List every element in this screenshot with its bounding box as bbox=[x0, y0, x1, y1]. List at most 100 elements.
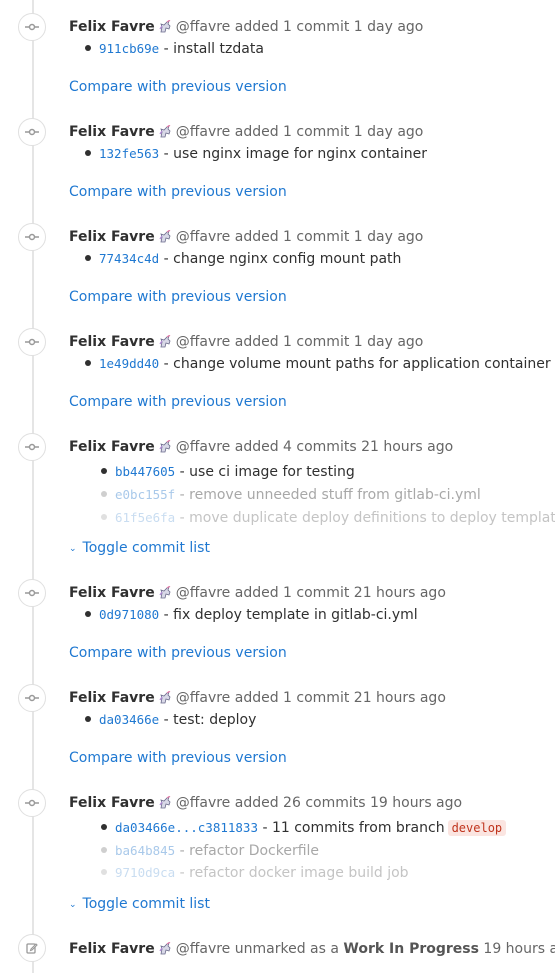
bullet bbox=[101, 824, 107, 830]
note-time[interactable]: 1 day ago bbox=[354, 334, 424, 350]
compare-link[interactable]: Compare with previous version bbox=[69, 749, 287, 767]
commit-icon bbox=[18, 223, 46, 251]
author-name[interactable]: Felix Favre bbox=[69, 19, 155, 35]
commit-item: 132fe563 - use nginx image for nginx con… bbox=[85, 145, 427, 163]
commit-item: e0bc155f - remove unneeded stuff from gi… bbox=[101, 486, 481, 504]
author-name[interactable]: Felix Favre bbox=[69, 124, 155, 140]
unicorn-icon bbox=[158, 124, 172, 144]
author-handle[interactable]: @ffavre bbox=[176, 690, 231, 706]
author-handle[interactable]: @ffavre bbox=[176, 334, 231, 350]
commit-sha-link[interactable]: 9710d9ca bbox=[115, 865, 175, 880]
commit-message: change nginx config mount path bbox=[173, 251, 402, 267]
chevron-down-icon: ⌄ bbox=[69, 900, 77, 910]
bullet bbox=[85, 360, 91, 366]
note-action: added 1 commit bbox=[234, 124, 350, 140]
unicorn-icon bbox=[158, 795, 172, 815]
note-time[interactable]: 19 hours ago bbox=[370, 795, 462, 811]
author-name[interactable]: Felix Favre bbox=[69, 941, 155, 957]
commit-message: test: deploy bbox=[173, 712, 257, 728]
unicorn-icon bbox=[158, 941, 172, 961]
note-header: Felix Favre @ffavre added 4 commits 21 ho… bbox=[69, 438, 453, 459]
commit-message: fix deploy template in gitlab-ci.yml bbox=[173, 607, 418, 623]
commit-separator: - bbox=[159, 712, 174, 728]
compare-link[interactable]: Compare with previous version bbox=[69, 288, 287, 306]
note-action: added 1 commit bbox=[234, 334, 350, 350]
commit-sha-link[interactable]: 911cb69e bbox=[99, 41, 159, 56]
note-action: added 1 commit bbox=[234, 19, 350, 35]
bullet bbox=[85, 716, 91, 722]
author-name[interactable]: Felix Favre bbox=[69, 334, 155, 350]
note-header: Felix Favre @ffavre unmarked as a Work In… bbox=[69, 940, 555, 961]
toggle-commit-list-button[interactable]: ⌄ Toggle commit list bbox=[69, 895, 210, 914]
note-header: Felix Favre @ffavre added 26 commits 19 h… bbox=[69, 794, 462, 815]
commit-sha-link[interactable]: 77434c4d bbox=[99, 251, 159, 266]
commit-separator: - bbox=[159, 607, 174, 623]
author-handle[interactable]: @ffavre bbox=[176, 439, 231, 455]
toggle-commit-list-button[interactable]: ⌄ Toggle commit list bbox=[69, 539, 210, 558]
commit-message: refactor docker image build job bbox=[189, 865, 409, 881]
commit-item: ba64b845 - refactor Dockerfile bbox=[101, 842, 319, 860]
commit-message: install tzdata bbox=[173, 41, 264, 57]
note-time[interactable]: 1 day ago bbox=[354, 229, 424, 245]
unicorn-icon bbox=[158, 439, 172, 459]
author-handle[interactable]: @ffavre bbox=[176, 941, 231, 957]
commit-message: use ci image for testing bbox=[189, 464, 355, 480]
commit-sha-link[interactable]: e0bc155f bbox=[115, 487, 175, 502]
commit-message: use nginx image for nginx container bbox=[173, 146, 428, 162]
note-action: unmarked as a bbox=[234, 941, 339, 957]
compare-link[interactable]: Compare with previous version bbox=[69, 393, 287, 411]
commit-sha-link[interactable]: da03466e bbox=[99, 712, 159, 727]
note-action: added 1 commit bbox=[234, 585, 350, 601]
author-name[interactable]: Felix Favre bbox=[69, 439, 155, 455]
commit-range-link[interactable]: da03466e...c3811833 bbox=[115, 820, 258, 835]
note-action: added 4 commits bbox=[234, 439, 357, 455]
commit-message: change volume mount paths for applicatio… bbox=[173, 356, 551, 372]
note-header: Felix Favre @ffavre added 1 commit 1 day … bbox=[69, 123, 423, 144]
compare-link[interactable]: Compare with previous version bbox=[69, 644, 287, 662]
author-handle[interactable]: @ffavre bbox=[176, 229, 231, 245]
commit-separator: - bbox=[175, 510, 190, 526]
commit-separator: - bbox=[258, 820, 272, 836]
author-name[interactable]: Felix Favre bbox=[69, 690, 155, 706]
commit-sha-link[interactable]: 61f5e6fa bbox=[115, 510, 175, 525]
note-header: Felix Favre @ffavre added 1 commit 21 hou… bbox=[69, 584, 446, 605]
commit-item: da03466e - test: deploy bbox=[85, 711, 256, 729]
note-time[interactable]: 21 hours ago bbox=[354, 690, 446, 706]
note-time[interactable]: 21 hours ago bbox=[361, 439, 453, 455]
commit-separator: - bbox=[159, 251, 174, 267]
commit-sha-link[interactable]: 0d971080 bbox=[99, 607, 159, 622]
bullet bbox=[101, 491, 107, 497]
commit-icon bbox=[18, 13, 46, 41]
note-header: Felix Favre @ffavre added 1 commit 1 day … bbox=[69, 18, 423, 39]
bullet bbox=[101, 847, 107, 853]
author-name[interactable]: Felix Favre bbox=[69, 229, 155, 245]
author-handle[interactable]: @ffavre bbox=[176, 124, 231, 140]
author-name[interactable]: Felix Favre bbox=[69, 795, 155, 811]
commit-separator: - bbox=[159, 356, 174, 372]
branch-badge[interactable]: develop bbox=[447, 820, 507, 836]
compare-link[interactable]: Compare with previous version bbox=[69, 78, 287, 96]
commit-sha-link[interactable]: 1e49dd40 bbox=[99, 356, 159, 371]
note-action: added 1 commit bbox=[234, 229, 350, 245]
note-time[interactable]: 21 hours ago bbox=[354, 585, 446, 601]
note-header: Felix Favre @ffavre added 1 commit 1 day … bbox=[69, 228, 423, 249]
wip-label: Work In Progress bbox=[343, 941, 479, 957]
author-handle[interactable]: @ffavre bbox=[176, 19, 231, 35]
commit-sha-link[interactable]: 132fe563 bbox=[99, 146, 159, 161]
commit-separator: - bbox=[175, 487, 190, 503]
commit-icon bbox=[18, 118, 46, 146]
author-handle[interactable]: @ffavre bbox=[176, 795, 231, 811]
commit-icon bbox=[18, 579, 46, 607]
note-time[interactable]: 19 hours ago bbox=[483, 941, 555, 957]
pencil-square-icon bbox=[18, 934, 46, 962]
commit-sha-link[interactable]: bb447605 bbox=[115, 464, 175, 479]
author-handle[interactable]: @ffavre bbox=[176, 585, 231, 601]
commit-sha-link[interactable]: ba64b845 bbox=[115, 843, 175, 858]
compare-link[interactable]: Compare with previous version bbox=[69, 183, 287, 201]
commit-message: 11 commits from branch bbox=[271, 820, 445, 836]
note-time[interactable]: 1 day ago bbox=[354, 19, 424, 35]
commit-separator: - bbox=[159, 41, 174, 57]
note-time[interactable]: 1 day ago bbox=[354, 124, 424, 140]
author-name[interactable]: Felix Favre bbox=[69, 585, 155, 601]
commit-item: 9710d9ca - refactor docker image build j… bbox=[101, 864, 409, 882]
